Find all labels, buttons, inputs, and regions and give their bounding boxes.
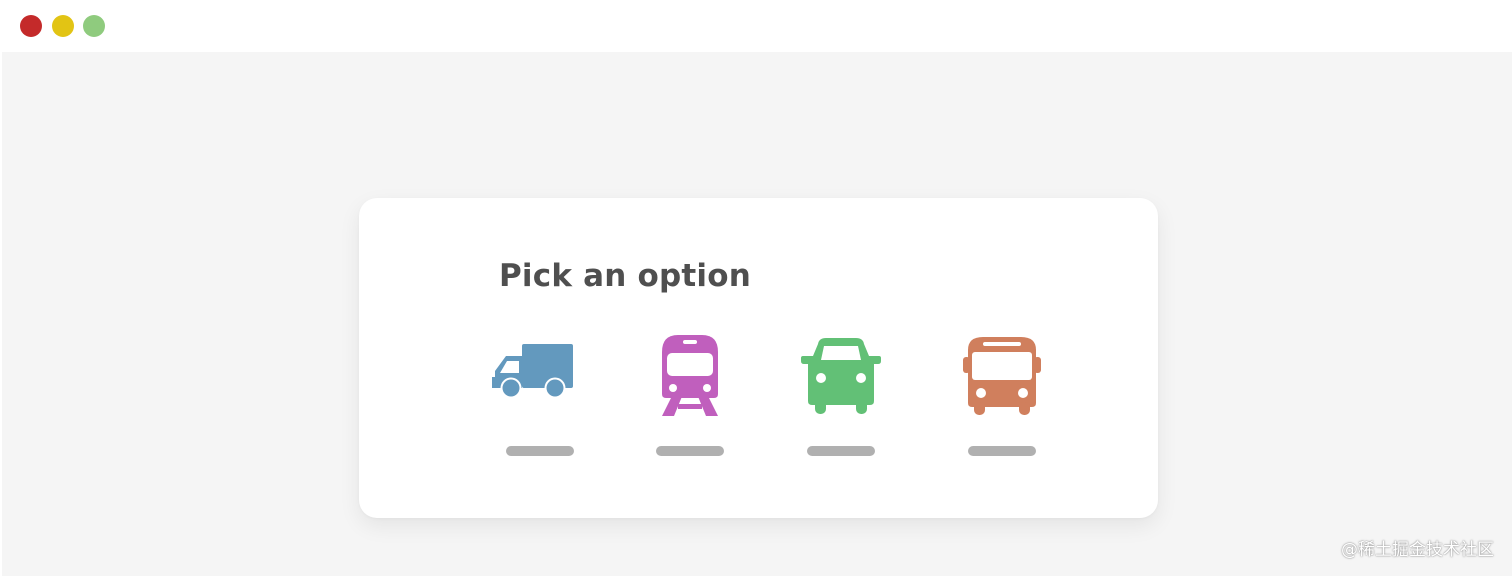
option-card: Pick an option — [359, 198, 1158, 518]
window-close-button[interactable] — [20, 15, 42, 37]
option-label-placeholder — [656, 446, 724, 456]
watermark: @稀土掘金技术社区 — [1341, 540, 1494, 560]
option-label-placeholder — [506, 446, 574, 456]
option-train[interactable] — [642, 330, 738, 460]
option-truck[interactable] — [492, 330, 588, 460]
option-label-placeholder — [807, 446, 875, 456]
option-label-placeholder — [968, 446, 1036, 456]
car-icon — [801, 338, 881, 414]
page-content: Pick an option @稀土掘金技术社区 — [2, 52, 1512, 576]
window-titlebar — [0, 0, 1512, 52]
option-car[interactable] — [793, 330, 889, 460]
bus-icon — [963, 337, 1041, 415]
truck-icon — [492, 344, 573, 399]
window-maximize-button[interactable] — [83, 15, 105, 37]
option-bus[interactable] — [954, 330, 1050, 460]
train-icon — [662, 335, 718, 416]
card-title: Pick an option — [499, 258, 752, 294]
window-minimize-button[interactable] — [52, 15, 74, 37]
